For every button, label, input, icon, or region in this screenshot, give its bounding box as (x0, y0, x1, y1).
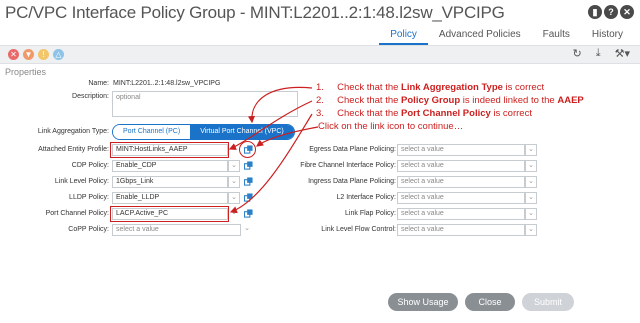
show-usage-button[interactable]: Show Usage (388, 293, 458, 311)
annotation-2: 2. Check that the Policy Group is indeed… (316, 95, 584, 106)
close-button[interactable]: Close (465, 293, 515, 311)
arrow-to-port-channel (229, 113, 313, 214)
annotation-arrows (228, 86, 319, 214)
arrow-to-link-icon (256, 126, 319, 147)
annotation-1: 1. Check that the Link Aggregation Type … (316, 82, 545, 93)
annotation-3: 3. Check that the Port Channel Policy is… (316, 108, 532, 119)
annotation-4: Click on the link icon to continue… (318, 121, 464, 132)
arrow-to-aep (228, 100, 313, 150)
submit-button[interactable]: Submit (522, 293, 574, 311)
